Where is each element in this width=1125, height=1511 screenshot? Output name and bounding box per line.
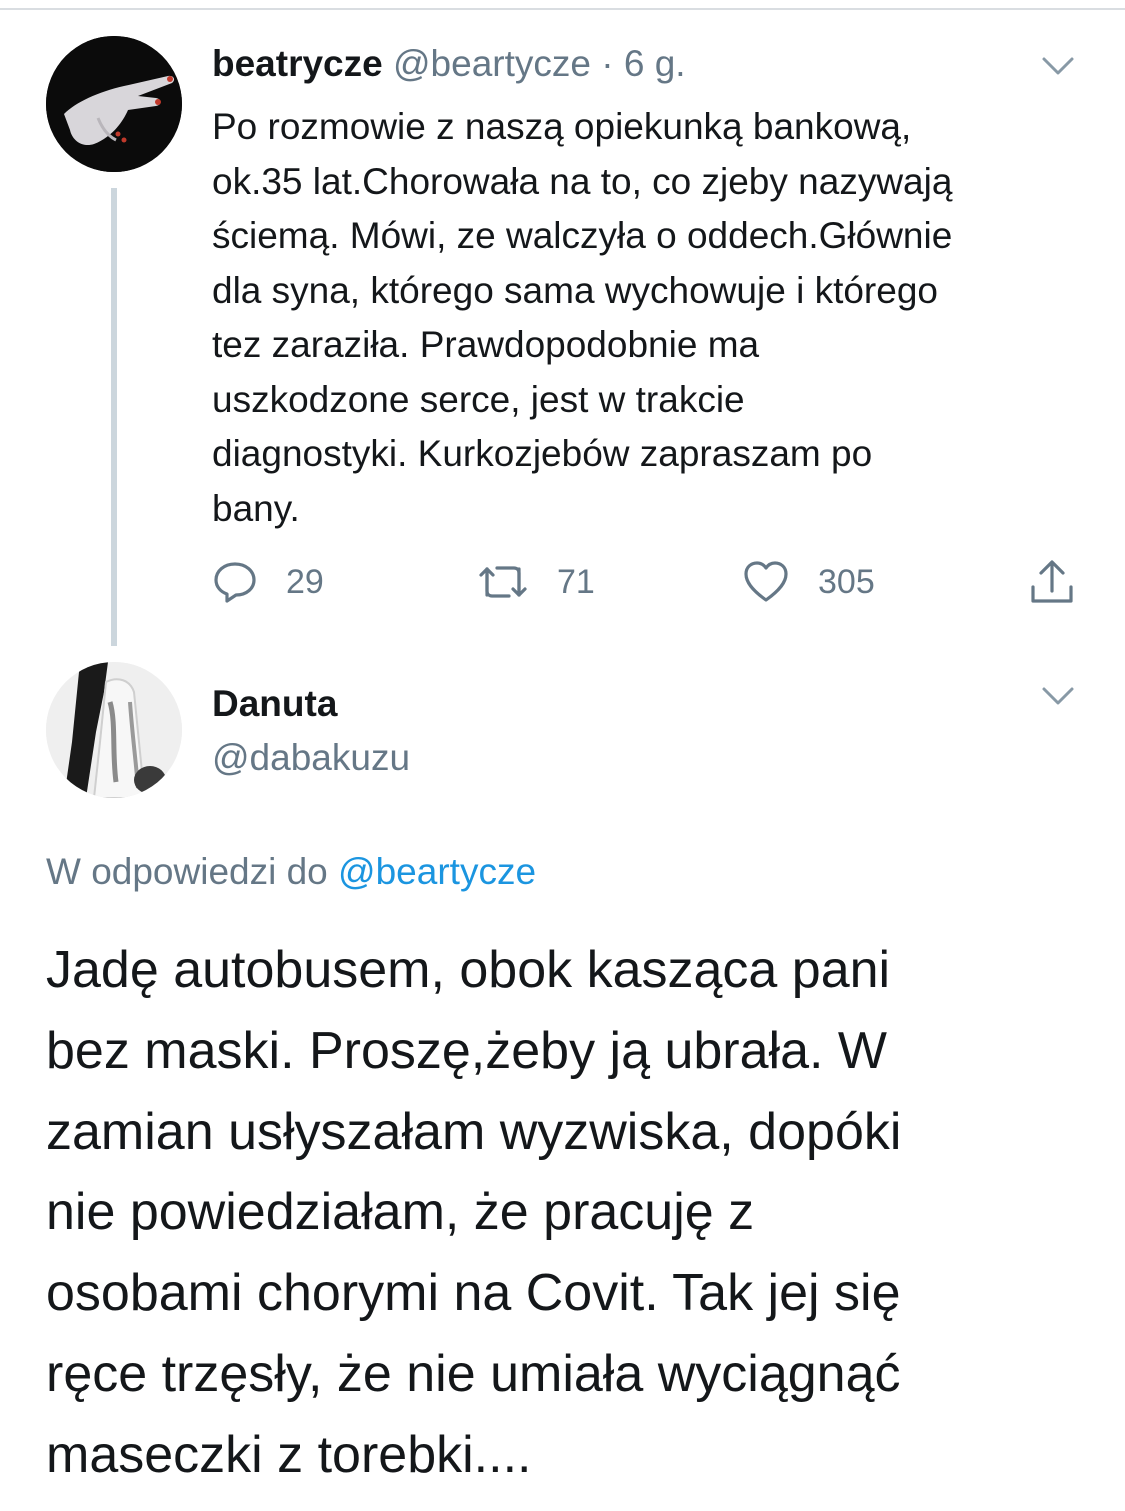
reply-context: W odpowiedzi do @beartycze xyxy=(46,846,536,898)
like-count: 305 xyxy=(818,562,875,601)
tweet1-actions: 29 71 305 xyxy=(212,552,1092,612)
avatar-figure-image xyxy=(46,662,182,798)
chevron-down-icon xyxy=(1042,57,1074,75)
thread-connector-line xyxy=(111,188,117,646)
reply-to-link[interactable]: @beartycze xyxy=(338,851,536,892)
tweet1-separator: · xyxy=(601,43,614,84)
reply-prefix: W odpowiedzi do xyxy=(46,851,328,892)
avatar-danuta[interactable] xyxy=(46,662,182,798)
tweet1-handle[interactable]: @beartycze xyxy=(393,43,591,84)
tweet2-handle[interactable]: @dabakuzu xyxy=(212,733,410,783)
tweet2-text: Jadę autobusem, obok kasząca pani bez ma… xyxy=(46,941,902,1484)
like-button[interactable]: 305 xyxy=(742,552,875,612)
tweet1-text: Po rozmowie z naszą opiekunką bankową, o… xyxy=(212,106,953,529)
retweet-icon xyxy=(479,566,527,598)
avatar-beatrycze[interactable] xyxy=(46,36,182,172)
top-divider xyxy=(0,8,1125,10)
tweet1-timestamp[interactable]: 6 g. xyxy=(624,43,686,84)
share-icon xyxy=(1031,560,1073,603)
avatar-hand-image xyxy=(46,36,182,172)
tweet1-header: beatrycze @beartycze · 6 g. xyxy=(212,38,686,90)
tweet2-display-name[interactable]: Danuta xyxy=(212,679,337,729)
reply-count: 29 xyxy=(286,562,324,601)
retweet-count: 71 xyxy=(557,562,595,601)
tweet1-menu-button[interactable] xyxy=(1040,54,1076,78)
tweet2-menu-button[interactable] xyxy=(1040,684,1076,708)
chevron-down-icon xyxy=(1042,687,1074,705)
tweet1-display-name[interactable]: beatrycze xyxy=(212,43,383,84)
reply-button[interactable]: 29 xyxy=(212,552,324,612)
retweet-button[interactable]: 71 xyxy=(477,552,595,612)
share-button[interactable] xyxy=(1028,552,1076,612)
reply-icon xyxy=(214,562,256,603)
heart-icon xyxy=(744,561,788,602)
